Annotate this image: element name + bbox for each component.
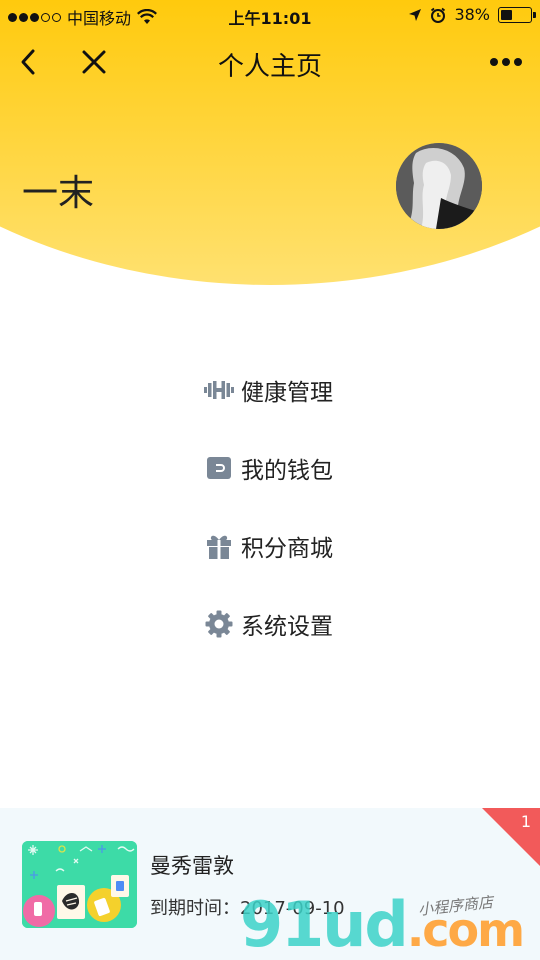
dumbbell-icon <box>203 374 235 406</box>
profile-name: 一末 <box>22 173 95 214</box>
gift-icon <box>203 530 235 562</box>
battery-percent: 38% <box>454 5 490 24</box>
menu-item-settings[interactable]: 系统设置 <box>203 596 333 652</box>
status-right: 38% <box>408 5 536 24</box>
product-thumbnail <box>22 841 137 928</box>
menu-item-label: 我的钱包 <box>241 458 333 484</box>
menu-item-health[interactable]: 健康管理 <box>203 362 333 418</box>
menu-item-wallet[interactable]: 我的钱包 <box>203 440 333 496</box>
nav-bar: 个人主页 <box>0 40 540 84</box>
card-title: 曼秀雷敦 <box>150 854 234 878</box>
alarm-clock-icon <box>431 7 446 23</box>
menu-item-label: 积分商城 <box>241 536 333 562</box>
page-title: 个人主页 <box>217 52 322 82</box>
wallet-icon <box>203 452 235 484</box>
more-button[interactable] <box>484 44 528 80</box>
badge-count: 1 <box>520 812 531 831</box>
gear-icon <box>203 608 235 640</box>
menu-item-label: 健康管理 <box>241 380 333 406</box>
badge-corner-shape <box>482 808 540 866</box>
battery-fill <box>501 9 512 20</box>
menu-item-points-mall[interactable]: 积分商城 <box>203 518 333 574</box>
avatar[interactable] <box>396 143 482 229</box>
menu-item-label: 系统设置 <box>241 614 333 640</box>
card-badge: 1 <box>482 808 540 866</box>
more-dots-icon <box>490 58 498 66</box>
battery-icon <box>498 6 536 23</box>
location-arrow-icon <box>409 8 422 21</box>
avatar-photo <box>396 143 482 229</box>
watermark-main: 91ud <box>240 888 409 960</box>
status-bar: 中国移动 上午11:01 38% <box>0 0 540 30</box>
